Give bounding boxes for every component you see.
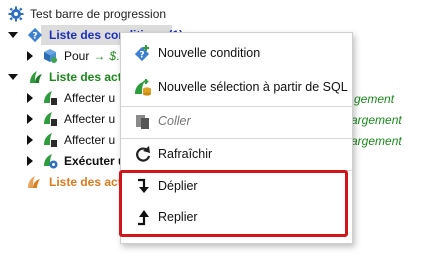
collapse-caret-icon[interactable] [27, 135, 33, 145]
condition-icon: ? [27, 27, 43, 43]
tree-node-action-item-label: Affecter u [64, 112, 116, 126]
sql-selection-icon [134, 78, 152, 96]
assign-action-icon [44, 133, 57, 147]
execute-action-icon [44, 154, 58, 169]
menu-item-label: Nouvelle sélection à partir de SQL [158, 80, 348, 94]
menu-item-label: Nouvelle condition [158, 46, 261, 60]
actions-leaf-icon [28, 176, 40, 188]
refresh-icon [134, 145, 152, 163]
tree-node-execute-item-label: Exécuter u [64, 154, 126, 168]
actions-leaf-icon [30, 71, 42, 83]
tree-node-action-item[interactable]: Affecter u [27, 88, 115, 108]
tree-node-action-item[interactable]: Affecter u [27, 109, 115, 129]
menu-separator [121, 138, 352, 139]
tree-node-pour-label: Pour [64, 49, 90, 63]
collapse-caret-icon[interactable] [27, 156, 33, 166]
tree-node-tail-text: argement [351, 134, 402, 148]
expand-caret-icon[interactable] [8, 74, 18, 80]
menu-item-new-condition[interactable]: ? Nouvelle condition [121, 39, 352, 67]
tree-root-label: Test barre de progression [30, 7, 167, 21]
svg-text:?: ? [139, 51, 144, 61]
menu-item-paste[interactable]: Coller [121, 107, 352, 135]
menu-item-refresh[interactable]: Rafraîchir [121, 140, 352, 168]
tree-root[interactable]: Test barre de progression [8, 4, 166, 24]
menu-item-sql-selection[interactable]: Nouvelle sélection à partir de SQL [121, 73, 352, 101]
tree-node-tail-text: argement [351, 113, 402, 127]
tree-node-pour[interactable]: Pour → $… [27, 46, 128, 66]
gear-icon [8, 6, 24, 22]
menu-item-label: Coller [158, 114, 191, 128]
assign-action-icon [44, 91, 57, 105]
tree-node-actions-label: Liste des acti [49, 70, 126, 84]
tree-node-tail-text: gement [354, 92, 395, 106]
tree-node-execute-item[interactable]: Exécuter u [27, 151, 125, 171]
menu-item-label: Rafraîchir [158, 147, 213, 161]
paste-icon [134, 112, 152, 130]
collapse-caret-icon[interactable] [27, 114, 33, 124]
tree-node-actions-alt-label: Liste des acti [49, 175, 126, 189]
expand-caret-icon[interactable] [8, 32, 18, 38]
new-condition-icon: ? [134, 44, 152, 62]
tree-node-action-item-label: Affecter u [64, 133, 116, 147]
collapse-caret-icon[interactable] [27, 51, 33, 61]
assign-action-icon [44, 112, 57, 126]
svg-text:?: ? [32, 32, 37, 42]
tree-node-action-item[interactable]: Affecter u [27, 130, 115, 150]
annotation-highlight-box [119, 170, 348, 237]
tree-node-actions[interactable]: Liste des acti [8, 67, 125, 87]
tree-node-action-item-label: Affecter u [64, 91, 116, 105]
loop-cube-icon [44, 49, 57, 63]
tree-node-actions-alt[interactable]: Liste des acti [25, 172, 125, 192]
arrow-icon: → [93, 49, 106, 63]
collapse-caret-icon[interactable] [27, 93, 33, 103]
